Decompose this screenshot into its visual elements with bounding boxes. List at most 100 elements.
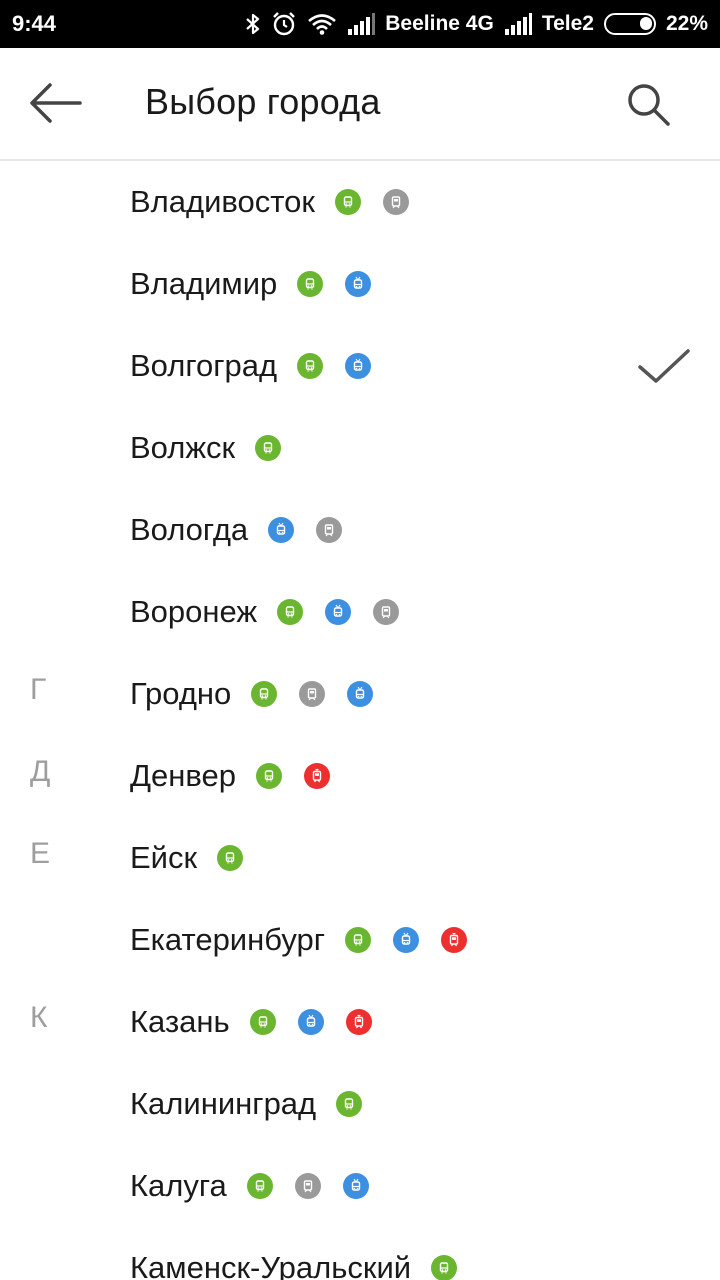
- trolleybus-icon: [345, 353, 372, 379]
- page-title: Выбор города: [145, 81, 381, 122]
- city-name: Воронеж: [130, 594, 258, 629]
- city-name: Екатеринбург: [130, 922, 326, 957]
- trolleybus-icon: [325, 599, 352, 625]
- status-right: Beeline 4G Tele2 22%: [245, 11, 708, 37]
- suburban-icon: [299, 681, 326, 707]
- trolleybus-icon: [393, 927, 420, 953]
- wifi-icon: [307, 13, 337, 35]
- city-row[interactable]: Е Ейск: [0, 817, 720, 899]
- search-icon: [624, 80, 672, 133]
- bus-icon: [336, 1091, 363, 1117]
- bus-icon: [431, 1255, 458, 1280]
- city-name: Ейск: [130, 840, 198, 875]
- city-name: Владивосток: [130, 184, 315, 219]
- trolleybus-icon: [297, 1009, 324, 1035]
- city-name: Вологда: [130, 512, 249, 547]
- transport-badges: [431, 1255, 458, 1280]
- city-row-content: Воронеж: [130, 571, 400, 653]
- city-row[interactable]: Г Гродно: [0, 653, 720, 735]
- city-row-content: Калуга: [130, 1145, 369, 1227]
- bus-icon: [345, 927, 372, 953]
- suburban-icon: [294, 1173, 321, 1199]
- transport-badges: [255, 763, 330, 789]
- carrier-1: Beeline 4G: [385, 12, 494, 35]
- city-name: Волгоград: [130, 348, 278, 383]
- city-name: Калининград: [130, 1086, 317, 1121]
- transport-badges: [334, 189, 409, 215]
- city-row[interactable]: Вологда: [0, 489, 720, 571]
- city-row-content: Казань: [130, 981, 372, 1063]
- city-name: Калуга: [130, 1168, 227, 1203]
- app-bar: Выбор города: [0, 48, 720, 161]
- transport-badges: [336, 1091, 363, 1117]
- city-row-content: Денвер: [130, 735, 330, 817]
- transport-badges: [345, 927, 468, 953]
- city-name: Владимир: [130, 266, 278, 301]
- bus-icon: [217, 845, 244, 871]
- city-row[interactable]: Волжск: [0, 407, 720, 489]
- city-row-content: Екатеринбург: [130, 899, 468, 981]
- bus-icon: [246, 1173, 273, 1199]
- trolleybus-icon: [347, 681, 374, 707]
- city-row-content: Вологда: [130, 489, 343, 571]
- bus-icon: [251, 681, 278, 707]
- signal-icon: [347, 13, 376, 35]
- section-letter: Д: [30, 755, 51, 788]
- city-row-content: Владивосток: [130, 161, 409, 243]
- city-row-content: Ейск: [130, 817, 244, 899]
- city-name: Казань: [130, 1004, 230, 1039]
- alarm-icon: [271, 11, 297, 37]
- transport-badges: [249, 1009, 372, 1035]
- city-name: Каменск-Уральский: [130, 1250, 412, 1280]
- suburban-icon: [382, 189, 409, 215]
- tram-icon: [345, 1009, 372, 1035]
- city-row-content: Волжск: [130, 407, 282, 489]
- transport-badges: [255, 435, 282, 461]
- bus-icon: [249, 1009, 276, 1035]
- city-row[interactable]: Калуга: [0, 1145, 720, 1227]
- section-letter: К: [30, 1001, 48, 1034]
- city-row[interactable]: Каменск-Уральский: [0, 1227, 720, 1280]
- transport-badges: [246, 1173, 369, 1199]
- city-row[interactable]: Волгоград: [0, 325, 720, 407]
- bus-icon: [255, 763, 282, 789]
- city-name: Денвер: [130, 758, 236, 793]
- trolleybus-icon: [345, 271, 372, 297]
- city-list[interactable]: Владивосток Владимир Волгоград Волжск Вологд…: [0, 161, 720, 1280]
- transport-badges: [277, 599, 400, 625]
- transport-badges: [297, 353, 372, 379]
- city-row-content: Волгоград: [130, 325, 372, 407]
- signal-icon: [504, 13, 532, 35]
- city-row[interactable]: Екатеринбург: [0, 899, 720, 981]
- carrier-2: Tele2: [541, 12, 594, 35]
- bus-icon: [277, 599, 304, 625]
- bus-icon: [297, 271, 324, 297]
- search-button[interactable]: [620, 78, 676, 134]
- status-time: 9:44: [12, 11, 57, 36]
- section-letter: Е: [30, 837, 51, 870]
- battery-icon: [603, 13, 656, 35]
- city-row[interactable]: Владимир: [0, 243, 720, 325]
- transport-badges: [297, 271, 372, 297]
- city-name: Гродно: [130, 676, 232, 711]
- city-row[interactable]: Д Денвер: [0, 735, 720, 817]
- bus-icon: [334, 189, 361, 215]
- checkmark-icon: [636, 347, 692, 387]
- arrow-left-icon: [28, 81, 84, 130]
- city-row-content: Калининград: [130, 1063, 363, 1145]
- city-row[interactable]: К Казань: [0, 981, 720, 1063]
- bus-icon: [255, 435, 282, 461]
- transport-badges: [251, 681, 374, 707]
- transport-badges: [268, 517, 343, 543]
- city-row[interactable]: Воронеж: [0, 571, 720, 653]
- bluetooth-icon: [245, 12, 261, 36]
- trolleybus-icon: [342, 1173, 369, 1199]
- suburban-icon: [316, 517, 343, 543]
- city-row[interactable]: Калининград: [0, 1063, 720, 1145]
- transport-badges: [217, 845, 244, 871]
- city-row[interactable]: Владивосток: [0, 161, 720, 243]
- suburban-icon: [373, 599, 400, 625]
- city-row-content: Владимир: [130, 243, 372, 325]
- bus-icon: [297, 353, 324, 379]
- back-button[interactable]: [26, 80, 86, 130]
